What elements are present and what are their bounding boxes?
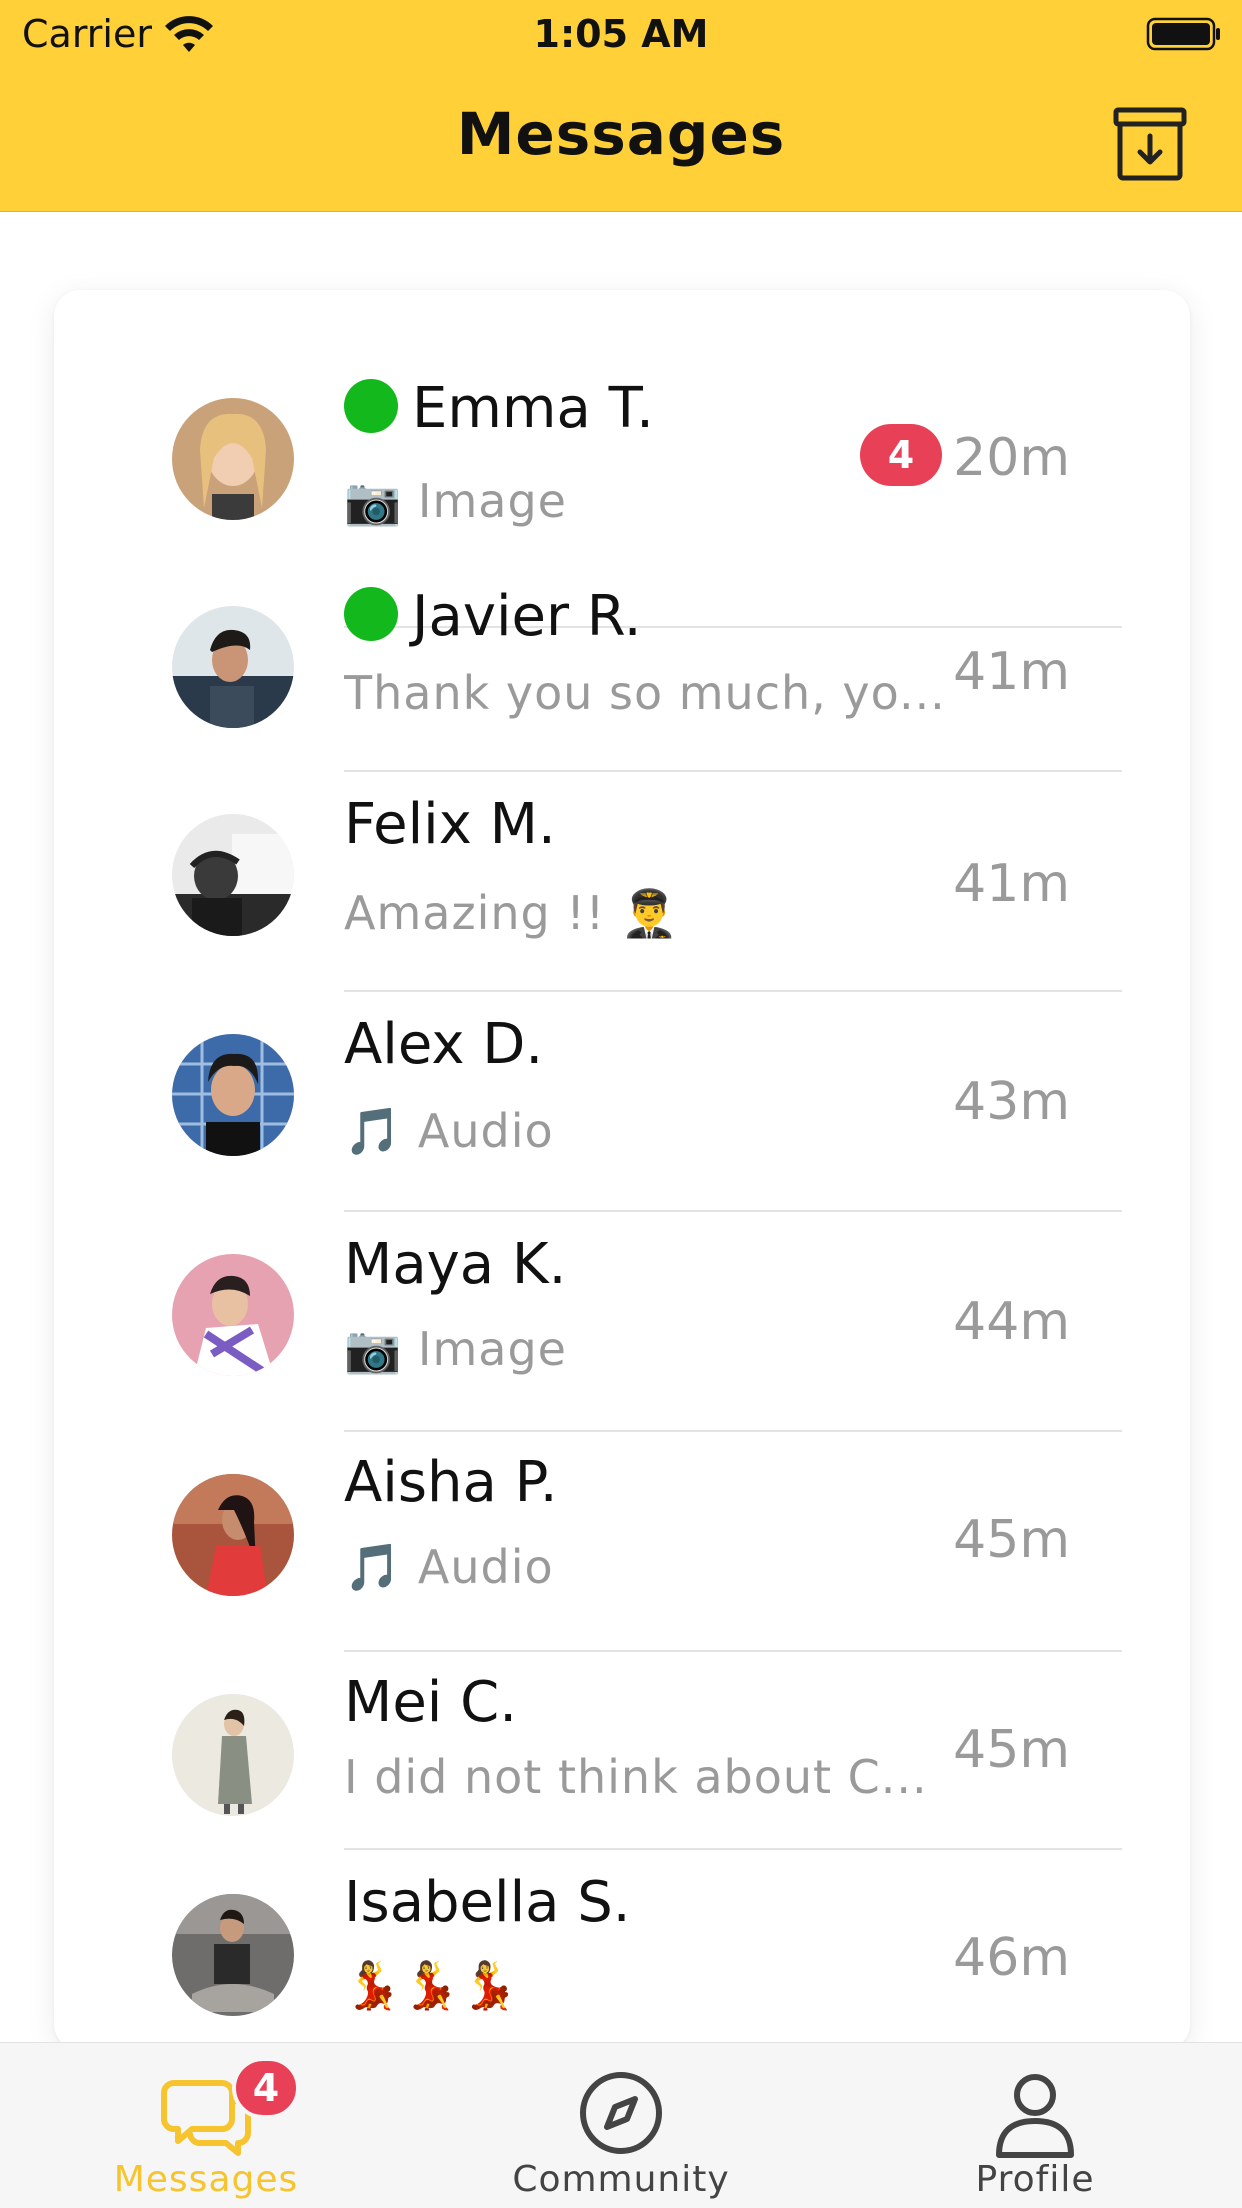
tab-community[interactable]: Community (471, 2043, 771, 2208)
unread-badge: 4 (860, 424, 942, 486)
conversation-row-mei[interactable]: Mei C. I did not think about C... 45m (54, 1652, 1190, 1850)
conversation-row-felix[interactable]: Felix M. Amazing !! 👨‍✈️ 41m (54, 772, 1190, 992)
tab-messages-badge: 4 (232, 2057, 300, 2119)
message-preview: I did not think about C... (344, 1750, 928, 1804)
compass-icon (580, 2072, 662, 2154)
archive-button[interactable] (1110, 104, 1190, 184)
status-bar: Carrier 1:05 AM (0, 0, 1242, 70)
message-preview: 🎵 Audio (344, 1540, 554, 1594)
tab-bar: 4 Messages Community Profile (0, 2042, 1242, 2208)
contact-name: Isabella S. (344, 1870, 631, 1935)
tab-messages[interactable]: 4 Messages (56, 2043, 356, 2208)
avatar (172, 606, 294, 728)
tab-profile[interactable]: Profile (885, 2043, 1185, 2208)
archive-icon (1113, 107, 1187, 181)
header: Carrier 1:05 AM Messages (0, 0, 1242, 212)
contact-name: Alex D. (344, 1012, 544, 1077)
conversation-row-maya[interactable]: Maya K. 📷 Image 44m (54, 1212, 1190, 1432)
conversation-row-emma[interactable]: Emma T. 📷 Image 4 20m (54, 342, 1190, 628)
conversation-row-aisha[interactable]: Aisha P. 🎵 Audio 45m (54, 1432, 1190, 1652)
conversation-list: Emma T. 📷 Image 4 20m Javier R. Thank yo… (54, 290, 1190, 2050)
avatar (172, 814, 294, 936)
avatar (172, 1254, 294, 1376)
message-time: 20m (953, 428, 1070, 488)
person-icon (996, 2074, 1074, 2158)
contact-name: Aisha P. (344, 1450, 558, 1515)
contact-name: Mei C. (344, 1670, 518, 1735)
conversation-row-alex[interactable]: Alex D. 🎵 Audio 43m (54, 992, 1190, 1212)
online-indicator (344, 379, 398, 433)
message-time: 41m (953, 642, 1070, 702)
message-time: 43m (953, 1072, 1070, 1132)
message-time: 41m (953, 854, 1070, 914)
message-preview: Thank you so much, yo... (344, 666, 946, 720)
message-preview: Amazing !! 👨‍✈️ (344, 886, 680, 940)
online-indicator (344, 587, 398, 641)
avatar (172, 1894, 294, 2016)
message-preview: 💃💃💃 (344, 1958, 519, 2012)
tab-messages-label: Messages (113, 2159, 299, 2200)
contact-name: Emma T. (412, 376, 654, 441)
avatar (172, 1474, 294, 1596)
conversation-row-isabella[interactable]: Isabella S. 💃💃💃 46m (54, 1850, 1190, 2050)
battery-icon (1146, 16, 1222, 52)
avatar (172, 1034, 294, 1156)
avatar (172, 1694, 294, 1816)
contact-name-line: Javier R. (344, 584, 642, 649)
message-time: 45m (953, 1720, 1070, 1780)
messages-screen: Carrier 1:05 AM Messages Emma T. 📷 Image… (0, 0, 1242, 2208)
contact-name-line: Emma T. (344, 376, 654, 441)
contact-name: Maya K. (344, 1232, 567, 1297)
message-time: 44m (953, 1292, 1070, 1352)
message-preview: 📷 Image (344, 1322, 567, 1376)
contact-name: Javier R. (412, 584, 642, 649)
status-time: 1:05 AM (533, 12, 709, 56)
contact-name: Felix M. (344, 792, 556, 857)
message-preview: 🎵 Audio (344, 1104, 554, 1158)
tab-community-label: Community (512, 2159, 730, 2200)
page-title: Messages (456, 100, 786, 168)
avatar (172, 398, 294, 520)
conversation-row-javier[interactable]: Javier R. Thank you so much, yo... 41m (54, 576, 1190, 772)
tab-profile-label: Profile (975, 2159, 1095, 2200)
message-time: 45m (953, 1510, 1070, 1570)
message-time: 46m (953, 1928, 1070, 1988)
